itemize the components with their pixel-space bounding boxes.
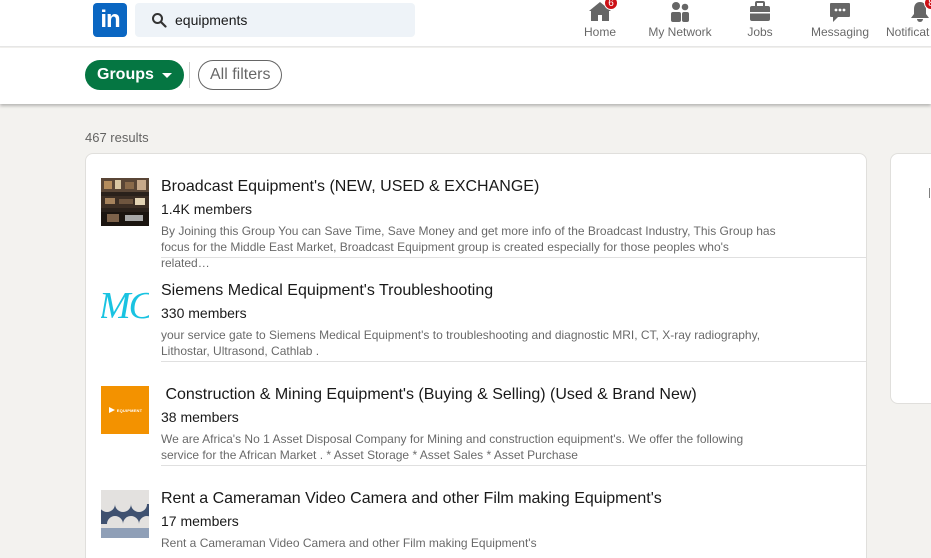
all-filters-button[interactable]: All filters [198,60,283,90]
search-input[interactable] [175,12,395,28]
result-title[interactable]: Siemens Medical Equipment's Troubleshoot… [161,282,493,300]
filter-divider [189,62,190,88]
jobs-icon [748,0,772,24]
groups-filter-label: Groups [97,66,154,83]
equipment-mark-icon [108,407,115,413]
result-item[interactable]: Rent a Cameraman Video Camera and other … [86,466,866,558]
linkedin-logo[interactable]: in [93,3,127,37]
nav-notifications[interactable]: 8 Notificat [886,0,931,47]
network-icon [668,0,692,24]
group-logo-broadcast[interactable] [101,178,149,226]
nav-home-label: Home [583,25,616,39]
search-box[interactable] [135,3,415,37]
caret-down-icon [161,72,172,78]
group-logo-siemens-text: MC [101,285,149,327]
result-description-line: your service gate to Siemens Medical Equ… [161,328,761,342]
nav-my-network-label: My Network [648,25,712,39]
all-filters-label: All filters [210,66,271,83]
result-description-line: Lithostar, Ultrasond, Cathlab . [161,344,320,358]
groups-filter-button[interactable]: Groups [85,60,184,90]
result-item[interactable]: MC Siemens Medical Equipment's Troublesh… [86,258,866,362]
result-title[interactable]: Rent a Cameraman Video Camera and other … [161,490,662,508]
global-nav: in 6 Home My Network [0,0,931,47]
result-title[interactable]: Broadcast Equipment's (NEW, USED & EXCHA… [161,178,539,196]
result-title[interactable]: Construction & Mining Equipment's (Buyin… [161,386,696,404]
search-filter-bar: Groups All filters [0,48,931,104]
group-logo-cameraman[interactable] [101,490,149,538]
result-members: 38 members [161,409,239,425]
right-rail-text-fragment [929,188,930,198]
nav-messaging-label: Messaging [810,25,870,39]
nav-messaging[interactable]: Messaging [808,0,872,47]
result-members: 17 members [161,513,239,529]
search-results-list: Broadcast Equipment's (NEW, USED & EXCHA… [85,153,867,558]
result-item[interactable]: Broadcast Equipment's (NEW, USED & EXCHA… [86,154,866,270]
search-icon [152,13,167,28]
nav-home[interactable]: 6 Home [576,0,624,47]
messaging-icon [828,0,852,24]
result-item[interactable]: EQUIPMENT Construction & Mining Equipmen… [86,362,866,466]
group-logo-siemens[interactable]: MC [101,282,149,330]
result-members: 330 members [161,305,247,321]
group-logo-construction-text: EQUIPMENT [116,407,143,413]
result-description-line: service for the African Market . * Asset… [161,448,578,462]
group-logo-construction[interactable]: EQUIPMENT [101,386,149,434]
right-rail-card [890,153,931,404]
result-description-line: By Joining this Group You can Save Time,… [161,224,776,238]
result-description: your service gate to Siemens Medical Equ… [161,327,776,359]
home-icon: 6 [588,0,618,24]
result-description-line: We are Africa's No 1 Asset Disposal Comp… [161,432,744,446]
result-description-line: Rent a Cameraman Video Camera and other … [161,536,537,550]
bell-icon: 8 [908,0,931,24]
nav-jobs[interactable]: Jobs [740,0,780,47]
result-description: We are Africa's No 1 Asset Disposal Comp… [161,431,776,463]
result-description: Rent a Cameraman Video Camera and other … [161,535,776,551]
result-members: 1.4K members [161,201,253,217]
nav-notifications-label: Notificat [886,25,930,39]
results-count: 467 results [85,130,149,145]
nav-my-network[interactable]: My Network [644,0,716,47]
home-badge: 6 [604,0,618,10]
nav-jobs-label: Jobs [747,25,773,39]
